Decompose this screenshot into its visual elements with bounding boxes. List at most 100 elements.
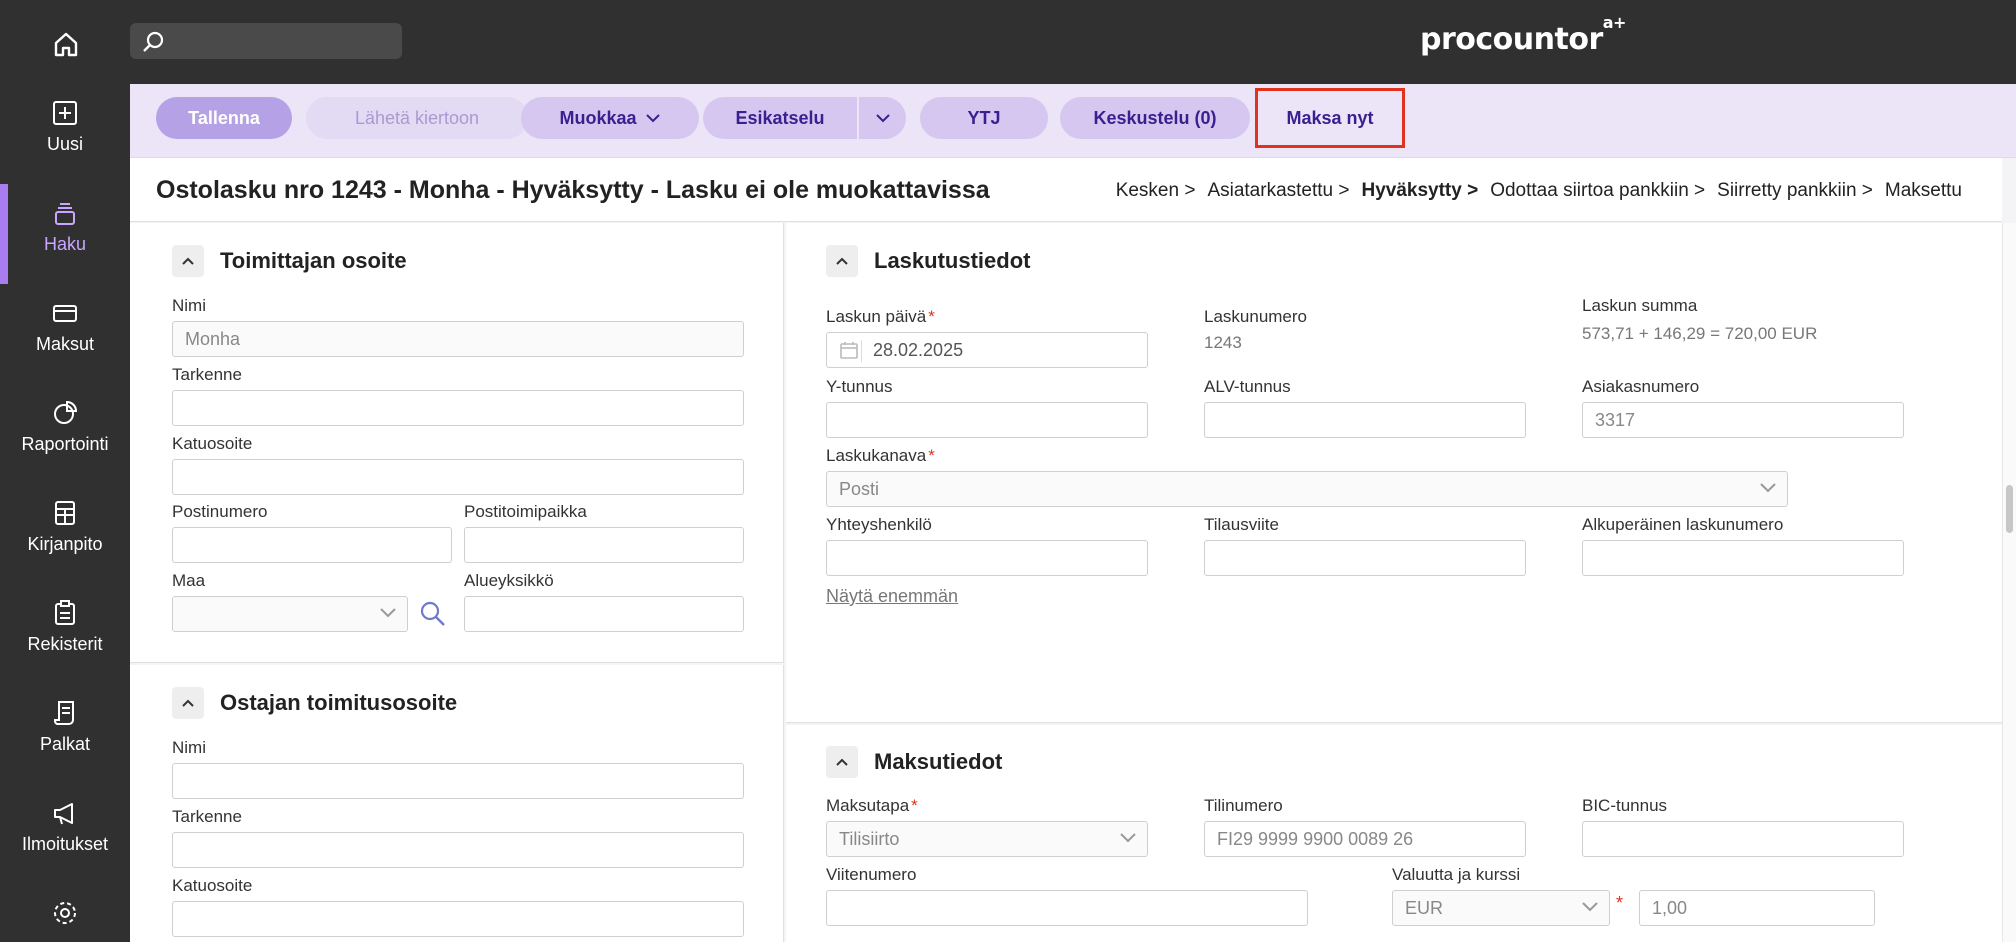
- sidebar-item-label: Raportointi: [21, 434, 109, 454]
- ytj-button[interactable]: YTJ: [920, 97, 1048, 139]
- search-icon[interactable]: [418, 599, 448, 634]
- payment-method-label: Maksutapa *: [826, 796, 918, 815]
- sidebar-item-maksut[interactable]: Maksut: [0, 284, 130, 384]
- invoice-sum-label: Laskun summa: [1582, 296, 1698, 315]
- invoice-channel-select[interactable]: Posti: [826, 471, 1788, 507]
- collapse-button[interactable]: [826, 245, 858, 277]
- account-number-field[interactable]: FI29 9999 9900 0089 26: [1204, 821, 1526, 857]
- country-label: Maa: [172, 571, 206, 590]
- vat-label: ALV-tunnus: [1204, 377, 1291, 396]
- chevron-down-icon: [1760, 483, 1776, 493]
- breadcrumb-step: Maksettu: [1884, 180, 1962, 201]
- invoice-channel-value: Posti: [839, 479, 880, 499]
- top-bar: procountora+: [0, 0, 2016, 84]
- invoice-date-value: 28.02.2025: [873, 340, 964, 360]
- invoice-number-value: 1243: [1204, 333, 1242, 352]
- supplier-street-field[interactable]: [172, 459, 744, 495]
- collapse-button[interactable]: [172, 245, 204, 277]
- edit-dropdown-button[interactable]: Muokkaa: [521, 97, 699, 139]
- scrollbar-thumb[interactable]: [2006, 485, 2013, 533]
- pay-now-button[interactable]: Maksa nyt: [1255, 88, 1405, 148]
- customer-number-field[interactable]: 3317: [1582, 402, 1904, 438]
- customer-number-label: Asiakasnumero: [1582, 377, 1700, 396]
- buyer-name-field[interactable]: [172, 763, 744, 799]
- sidebar-item-label: Palkat: [39, 734, 91, 754]
- sidebar-item-haku[interactable]: Haku: [0, 184, 130, 284]
- bic-field[interactable]: [1582, 821, 1904, 857]
- gear-icon: [54, 902, 76, 924]
- send-to-circulation-button[interactable]: Lähetä kiertoon: [306, 97, 528, 139]
- ledger-icon: [55, 501, 75, 525]
- collapse-button[interactable]: [826, 746, 858, 778]
- bic-label: BIC-tunnus: [1582, 796, 1668, 815]
- contact-label: Yhteyshenkilö: [826, 515, 932, 534]
- payment-method-select[interactable]: Tilisiirto: [826, 821, 1148, 857]
- vat-field[interactable]: [1204, 402, 1526, 438]
- original-number-field[interactable]: [1582, 540, 1904, 576]
- supplier-name-field[interactable]: Monha: [172, 321, 744, 357]
- search-input[interactable]: [130, 23, 402, 59]
- breadcrumb-step: Kesken >: [1115, 180, 1196, 201]
- sidebar-item-kirjanpito[interactable]: Kirjanpito: [0, 484, 130, 584]
- street-label: Katuosoite: [172, 876, 253, 895]
- preview-dropdown-button[interactable]: [859, 97, 906, 139]
- preview-button[interactable]: Esikatselu: [703, 97, 857, 139]
- contact-field[interactable]: [826, 540, 1148, 576]
- account-number-label: Tilinumero: [1204, 796, 1283, 815]
- chevron-down-icon: [645, 114, 660, 123]
- page-title: Ostolasku nro 1243 - Monha - Hyväksytty …: [156, 176, 990, 204]
- breadcrumb: Kesken > Asiatarkastettu > Hyväksytty > …: [1116, 180, 1962, 202]
- required-marker: *: [1616, 893, 1624, 913]
- sidebar-item-ilmoitukset[interactable]: Ilmoitukset: [0, 784, 130, 884]
- chevron-down-icon: [380, 608, 396, 618]
- sidebar-item-raportointi[interactable]: Raportointi: [0, 384, 130, 484]
- supplier-city-field[interactable]: [464, 527, 744, 563]
- sidebar-item-palkat[interactable]: Palkat: [0, 684, 130, 784]
- supplier-spec-field[interactable]: [172, 390, 744, 426]
- calendar-icon: [840, 342, 858, 359]
- supplier-postal-field[interactable]: [172, 527, 452, 563]
- chevron-up-icon: [836, 257, 848, 265]
- section-header: Ostajan toimitusosoite: [172, 687, 457, 719]
- ytunnus-field[interactable]: [826, 402, 1148, 438]
- sidebar: Uusi Haku Maksut Raportointi Kirjanpito …: [0, 84, 130, 942]
- postal-label: Postinumero: [172, 502, 268, 521]
- save-button[interactable]: Tallenna: [156, 97, 292, 139]
- sidebar-item-uusi[interactable]: Uusi: [0, 84, 130, 184]
- order-ref-field[interactable]: [1204, 540, 1526, 576]
- sidebar-item-settings[interactable]: [0, 884, 130, 942]
- ytunnus-label: Y-tunnus: [826, 377, 893, 396]
- stack-icon: [55, 203, 75, 225]
- buyer-spec-field[interactable]: [172, 832, 744, 868]
- chevron-up-icon: [182, 699, 194, 707]
- currency-label: Valuutta ja kurssi: [1392, 865, 1521, 884]
- chevron-down-icon: [1582, 902, 1598, 912]
- page-scrollbar[interactable]: [2002, 223, 2016, 942]
- reference-number-field[interactable]: [826, 890, 1308, 926]
- supplier-region-field[interactable]: [464, 596, 744, 632]
- section-title: Ostajan toimitusosoite: [220, 690, 458, 715]
- original-number-label: Alkuperäinen laskunumero: [1582, 515, 1784, 534]
- show-more-link[interactable]: Näytä enemmän: [826, 586, 958, 607]
- sidebar-item-rekisterit[interactable]: Rekisterit: [0, 584, 130, 684]
- exchange-rate-field[interactable]: 1,00: [1639, 890, 1875, 926]
- currency-select[interactable]: EUR: [1392, 890, 1610, 926]
- reference-number-label: Viitenumero: [826, 865, 917, 884]
- card-icon: [53, 305, 77, 322]
- section-title: Toimittajan osoite: [220, 248, 407, 273]
- discussion-button[interactable]: Keskustelu (0): [1060, 97, 1250, 139]
- breadcrumb-step: Siirretty pankkiin >: [1717, 180, 1873, 201]
- spec-label: Tarkenne: [172, 365, 242, 384]
- supplier-country-select[interactable]: [172, 596, 408, 632]
- chevron-up-icon: [836, 758, 848, 766]
- home-icon[interactable]: [46, 24, 86, 64]
- invoice-number-label: Laskunumero: [1204, 307, 1308, 326]
- procountor-logo: procountora+: [1420, 13, 1626, 57]
- payment-method-value: Tilisiirto: [839, 829, 900, 849]
- megaphone-icon: [54, 803, 73, 825]
- breadcrumb-step: Odottaa siirtoa pankkiin >: [1490, 180, 1706, 201]
- buyer-street-field[interactable]: [172, 901, 744, 937]
- edit-label: Muokkaa: [559, 107, 637, 128]
- invoice-date-field[interactable]: 28.02.2025: [826, 332, 1148, 368]
- collapse-button[interactable]: [172, 687, 204, 719]
